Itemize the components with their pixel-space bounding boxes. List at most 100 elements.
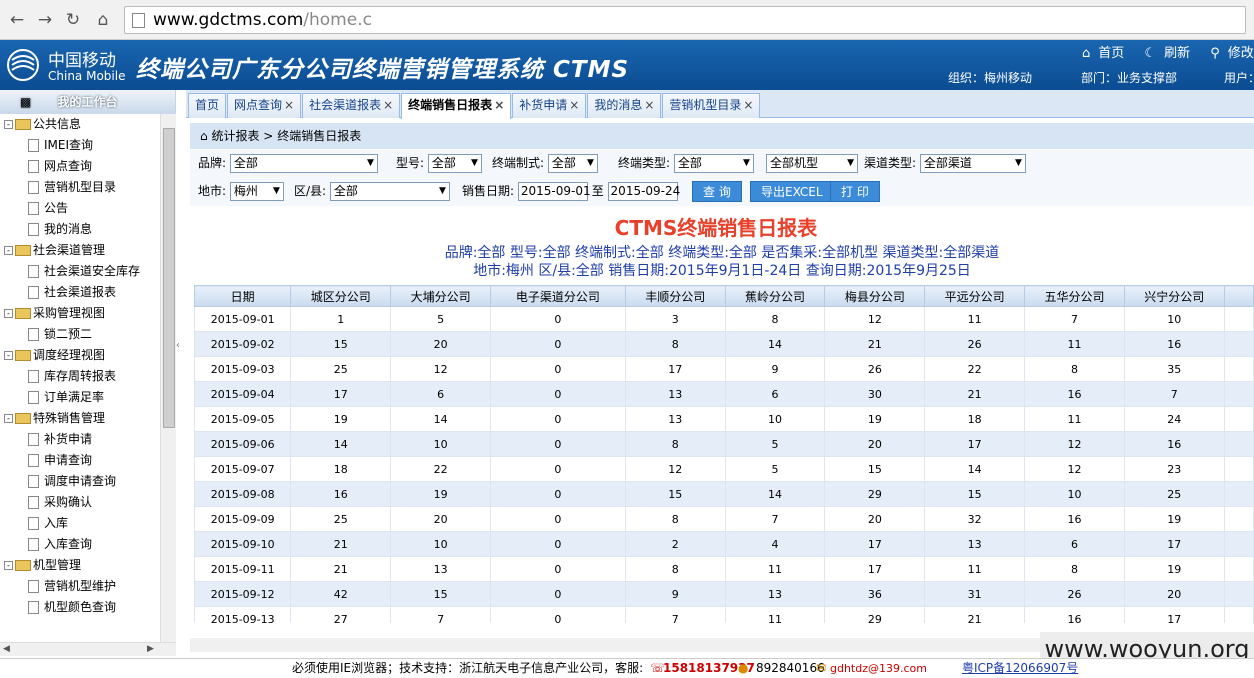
table-cell: 8 <box>724 306 826 332</box>
close-icon[interactable]: × <box>743 98 753 112</box>
standard-select[interactable]: 全部 ▼ <box>547 154 598 173</box>
collapse-icon[interactable]: - <box>4 561 13 570</box>
report-info-line2: 地市:梅州 区/县:全部 销售日期:2015年9月1日-24日 查询日期:201… <box>473 263 971 279</box>
close-icon[interactable]: × <box>284 98 294 112</box>
county-select[interactable]: 全部 ▼ <box>329 182 450 201</box>
channel-select[interactable]: 全部渠道 ▼ <box>919 154 1026 173</box>
tree-item[interactable]: 入库查询 <box>0 534 160 555</box>
collapse-icon[interactable]: - <box>4 246 13 255</box>
table-cell: 0 <box>489 381 626 407</box>
collapse-handle[interactable]: ‹ <box>176 340 186 370</box>
address-bar[interactable]: www.gdctms.com/home.c <box>124 6 1246 34</box>
table-cell: 16 <box>1024 381 1125 407</box>
collapse-icon[interactable]: - <box>4 309 13 318</box>
tab[interactable]: 首页 <box>188 93 227 118</box>
refresh-icon: ☾ <box>1144 46 1157 61</box>
collapse-icon[interactable]: - <box>4 120 13 129</box>
folder-icon <box>15 119 31 130</box>
tree-group[interactable]: - 公共信息 <box>0 114 160 135</box>
tree-item[interactable]: 网点查询 <box>0 156 160 177</box>
tab[interactable]: 补货申请 × <box>512 93 587 118</box>
tree-item[interactable]: 采购确认 <box>0 492 160 513</box>
tree-item[interactable]: 我的消息 <box>0 219 160 240</box>
tree-group[interactable]: - 调度经理视图 <box>0 345 160 366</box>
reload-icon[interactable]: ↻ <box>62 10 84 30</box>
document-icon <box>28 328 39 341</box>
tree-item[interactable]: 申请查询 <box>0 450 160 471</box>
table-cell: 8 <box>624 506 726 532</box>
tree-item[interactable]: 社会渠道安全库存 <box>0 261 160 282</box>
tree-group[interactable]: - 社会渠道管理 <box>0 240 160 261</box>
close-icon[interactable]: × <box>569 98 579 112</box>
table-row: 2015-09-10 21 10 0 2 4 17 13 6 17 <box>194 531 1254 557</box>
tab[interactable]: 终端销售日报表 × <box>401 93 512 119</box>
print-button[interactable]: 打 印 <box>830 181 880 202</box>
change-password-link[interactable]: ⚲修改密码 <box>1210 46 1254 61</box>
tree-item[interactable]: 营销机型维护 <box>0 576 160 597</box>
table-row: 2015-09-09 25 20 0 8 7 20 32 16 19 <box>194 506 1254 532</box>
table-cell: 22 <box>924 356 1026 382</box>
tree-group[interactable]: - 机型管理 <box>0 555 160 576</box>
tab[interactable]: 网点查询 × <box>227 93 302 118</box>
sidebar-scrollbar[interactable] <box>160 114 176 642</box>
table-cell: 4 <box>724 531 826 557</box>
report-table-container[interactable]: 日期 城区分公司 大埔分公司 电子渠道分公司 丰顺分公司 蕉岭分公司 梅县分公司 平远分公司五… <box>194 285 1254 623</box>
export-excel-button[interactable]: 导出EXCEL <box>750 181 834 202</box>
collapse-icon[interactable]: - <box>4 351 13 360</box>
tree-group[interactable]: - 采购管理视图 <box>0 303 160 324</box>
table-cell: 20 <box>824 506 926 532</box>
tree-item[interactable]: 库存周转报表 <box>0 366 160 387</box>
city-select[interactable]: 梅州 ▼ <box>229 182 284 201</box>
sidebar-header: ▩ 我的工作台 <box>0 90 175 114</box>
tab[interactable]: 营销机型目录 × <box>662 93 761 118</box>
tree-item[interactable]: 调度申请查询 <box>0 471 160 492</box>
tab[interactable]: 我的消息 × <box>587 93 662 118</box>
tree-group[interactable]: - 特殊销售管理 <box>0 408 160 429</box>
tree-item[interactable]: 订单满足率 <box>0 387 160 408</box>
refresh-link[interactable]: ☾ 刷新 <box>1144 46 1198 61</box>
tree-item[interactable]: 营销机型目录 <box>0 177 160 198</box>
table-cell: 19 <box>1123 556 1225 582</box>
footer-email[interactable]: gdhtdz@139.com <box>830 659 927 678</box>
brand-select[interactable]: 全部 ▼ <box>229 154 378 173</box>
date-from-input[interactable]: 2015-09-01 <box>517 182 591 201</box>
collapse-icon[interactable]: - <box>4 414 13 423</box>
close-icon[interactable]: × <box>494 98 504 112</box>
document-icon <box>28 538 39 551</box>
tree-item-label: 入库查询 <box>44 537 93 551</box>
table-cell: 14 <box>390 406 491 432</box>
type-select[interactable]: 全部 ▼ <box>673 154 754 173</box>
table-cell: 2015-09-04 <box>194 381 292 407</box>
tree-item[interactable]: 社会渠道报表 <box>0 282 160 303</box>
table-cell: 0 <box>489 506 626 532</box>
query-button[interactable]: 查 询 <box>692 181 742 202</box>
tree-item[interactable]: 补货申请 <box>0 429 160 450</box>
close-icon[interactable]: × <box>644 98 654 112</box>
table-cell: 19 <box>824 406 926 432</box>
tree-item[interactable]: 公告 <box>0 198 160 219</box>
tree-item[interactable]: 机型颜色查询 <box>0 597 160 618</box>
table-cell: 0 <box>489 331 626 357</box>
tree-item[interactable]: IMEI查询 <box>0 135 160 156</box>
scroll-thumb[interactable] <box>163 128 175 428</box>
table-cell: 7 <box>624 606 726 623</box>
table-cell-filler <box>1223 431 1254 457</box>
home-link[interactable]: ⌂ 首页 <box>1082 46 1132 61</box>
model-select[interactable]: 全部 ▼ <box>427 154 482 173</box>
back-icon[interactable]: ← <box>6 10 28 30</box>
date-to-input[interactable]: 2015-09-24 <box>607 182 680 201</box>
folder-icon <box>15 308 31 319</box>
footer-icp[interactable]: 粤ICP备12066907号 <box>962 659 1078 678</box>
tree-item[interactable]: 入库 <box>0 513 160 534</box>
forward-icon[interactable]: → <box>34 10 56 30</box>
url-host: www.gdctms.com <box>153 10 304 30</box>
collect-select[interactable]: 全部机型 ▼ <box>766 154 858 173</box>
close-icon[interactable]: × <box>383 98 393 112</box>
tree-item[interactable]: 锁二预二 <box>0 324 160 345</box>
tree-item-label: 申请查询 <box>44 453 93 467</box>
sidebar-hscrollbar[interactable]: ◀ ▶ <box>0 642 176 656</box>
user-info: 用户： <box>1224 71 1254 85</box>
table-row: 2015-09-11 21 13 0 8 11 17 11 8 19 <box>194 556 1254 582</box>
tab[interactable]: 社会渠道报表 × <box>302 93 401 118</box>
home-icon[interactable]: ⌂ <box>92 10 114 30</box>
